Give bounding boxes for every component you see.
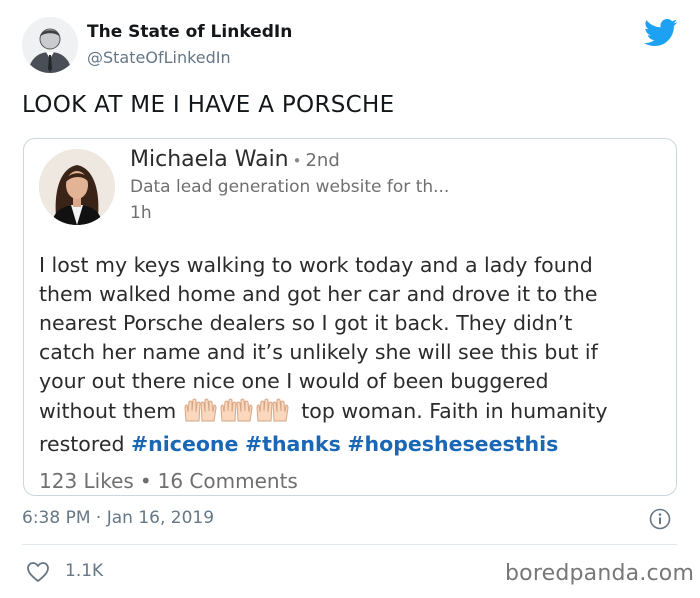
linkedin-likes-count: 123 Likes — [39, 469, 134, 493]
post-line: restored #niceone #thanks #hopesheseesth… — [39, 430, 669, 459]
post-line: them walked home and got her car and dro… — [39, 282, 598, 306]
linkedin-author-avatar — [39, 149, 115, 225]
post-line: your out there nice one I would of been … — [39, 369, 549, 393]
post-line: without them top woman. Faith in humanit… — [39, 396, 669, 430]
boredpanda-watermark: boredpanda.com — [505, 561, 695, 586]
hashtag-niceone[interactable]: #niceone — [131, 432, 238, 456]
post-line: I lost my keys walking to work today and… — [39, 253, 593, 277]
linkedin-comments-count: 16 Comments — [157, 469, 298, 493]
linkedin-author-headline: Data lead generation website for th... — [130, 177, 450, 197]
post-text: top woman. Faith in humanity — [301, 399, 608, 423]
separator-dot: • — [292, 152, 302, 170]
tweet-text: LOOK AT ME I HAVE A PORSCHE — [22, 92, 395, 118]
tweet-author-avatar[interactable] — [22, 17, 78, 73]
linkedin-author-line: Michaela Wain • 2nd — [130, 147, 340, 172]
connection-degree: 2nd — [305, 150, 340, 171]
info-icon[interactable] — [649, 508, 671, 530]
linkedin-post-stats: 123 Likes • 16 Comments — [39, 469, 298, 493]
hashtag-thanks[interactable]: #thanks — [245, 432, 341, 456]
raising-hands-emoji — [183, 396, 293, 430]
linkedin-post-screenshot[interactable]: Michaela Wain • 2nd Data lead generation w… — [23, 138, 677, 496]
twitter-bird-icon[interactable] — [644, 18, 678, 48]
tweet-like-count[interactable]: 1.1K — [65, 561, 103, 581]
post-text: without them — [39, 399, 177, 423]
post-line: nearest Porsche dealers so I got it back… — [39, 311, 573, 335]
separator-dot: • — [139, 469, 152, 493]
tweet-author-handle[interactable]: @StateOfLinkedIn — [87, 48, 231, 67]
post-line: catch her name and it’s unlikely she wil… — [39, 340, 598, 364]
tweet-timestamp[interactable]: 6:38 PM · Jan 16, 2019 — [22, 508, 214, 528]
heart-icon[interactable] — [26, 561, 50, 583]
linkedin-author-name: Michaela Wain — [130, 147, 289, 172]
post-text: restored — [39, 432, 125, 456]
linkedin-post-time: 1h — [130, 203, 152, 223]
tweet-divider — [22, 544, 677, 545]
tweet-author-name[interactable]: The State of LinkedIn — [87, 22, 292, 42]
hashtag-hopesheseesthis[interactable]: #hopesheseesthis — [347, 432, 558, 456]
linkedin-post-body: I lost my keys walking to work today and… — [39, 251, 669, 459]
